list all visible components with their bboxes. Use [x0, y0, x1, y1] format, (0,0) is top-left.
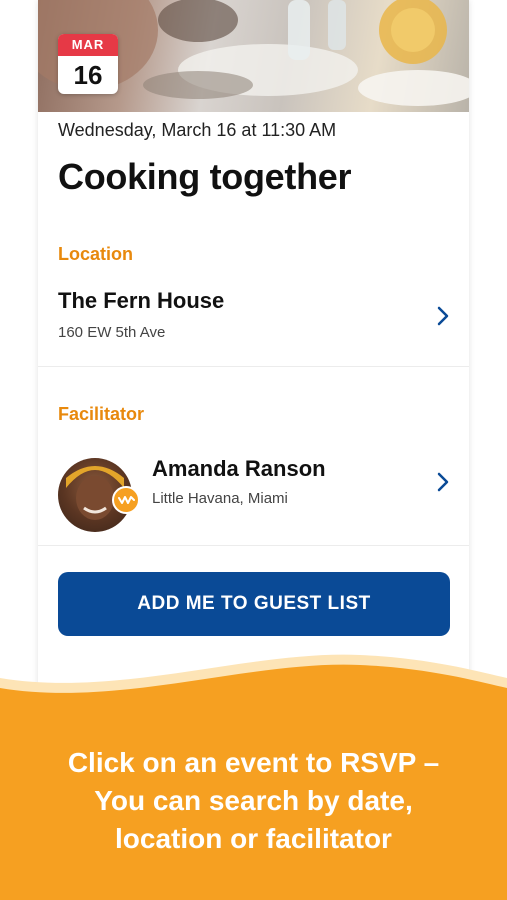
date-badge: MAR 16: [58, 34, 118, 94]
event-hero-image: MAR 16: [38, 0, 469, 112]
date-badge-month: MAR: [58, 34, 118, 56]
location-name: The Fern House: [58, 288, 225, 313]
event-card: MAR 16 Wednesday, March 16 at 11:30 AM C…: [38, 0, 469, 700]
facilitator-name: Amanda Ranson: [152, 456, 326, 481]
facilitator-row[interactable]: Amanda Ranson Little Havana, Miami: [38, 456, 469, 534]
promo-line-2: You can search by date,: [94, 785, 413, 816]
promo-line-3: location or facilitator: [115, 823, 392, 854]
location-row[interactable]: The Fern House 160 EW 5th Ave: [38, 284, 469, 350]
wave-logo-glyph: [118, 496, 135, 504]
date-badge-day: 16: [73, 60, 103, 90]
location-section-label: Location: [58, 244, 133, 264]
section-divider: [38, 366, 469, 367]
chevron-right-icon: [437, 472, 449, 492]
location-address: 160 EW 5th Ave: [58, 324, 166, 341]
facilitator-area: Little Havana, Miami: [152, 490, 288, 507]
section-divider: [38, 545, 469, 546]
event-title: Cooking together: [58, 156, 352, 197]
promo-text: Click on an event to RSVP – You can sear…: [20, 744, 487, 858]
event-datetime: Wednesday, March 16 at 11:30 AM: [58, 120, 337, 140]
facilitator-section-label: Facilitator: [58, 404, 145, 424]
wave-logo-icon: [112, 486, 140, 514]
promo-line-1: Click on an event to RSVP –: [67, 747, 440, 778]
chevron-right-icon: [437, 306, 449, 326]
